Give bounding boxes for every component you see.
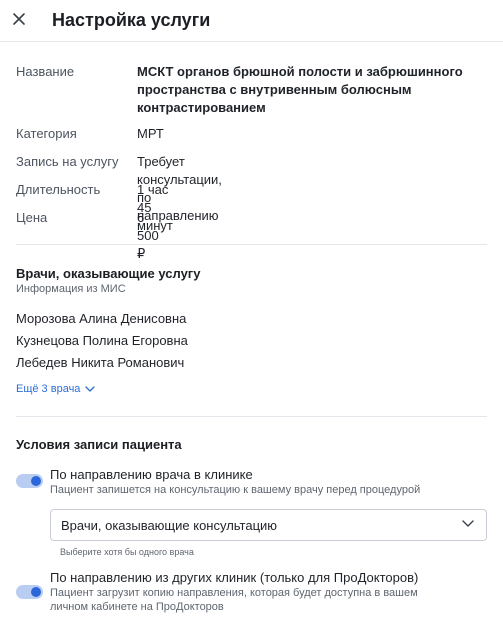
referral-other-clinics-description: Пациент загрузит копию направления, кото…	[50, 587, 418, 613]
divider	[16, 416, 487, 417]
category-value: МРТ	[137, 126, 164, 141]
chevron-down-icon	[462, 520, 474, 527]
chevron-down-icon[interactable]	[85, 386, 96, 392]
doctor-item: Кузнецова Полина Егоровна	[16, 333, 188, 348]
doctor-item: Лебедев Никита Романович	[16, 355, 185, 370]
doctor-item: Морозова Алина Денисовна	[16, 311, 187, 326]
select-hint: Выберите хотя бы одного врача	[60, 547, 194, 557]
category-label: Категория	[16, 126, 77, 141]
consulting-doctors-select[interactable]: Врачи, оказывающие консультацию	[50, 509, 487, 541]
doctors-subtitle: Информация из МИС	[16, 283, 126, 295]
referral-in-clinic-title: По направлению врача в клинике	[50, 467, 253, 482]
booking-label: Запись на услугу	[16, 154, 119, 169]
show-more-label[interactable]: Ещё 3 врача	[16, 382, 80, 396]
page-title: Настройка услуги	[52, 10, 211, 30]
price-label: Цена	[16, 210, 48, 225]
referral-other-clinics-title: По направлению из других клиник (только …	[50, 570, 419, 585]
name-value: МСКТ органов брюшной полости и забрюшинн…	[137, 64, 463, 115]
close-icon[interactable]	[9, 9, 29, 29]
show-more-doctors-link[interactable]: Ещё 3 врача	[16, 382, 96, 396]
select-value: Врачи, оказывающие консультацию	[61, 518, 278, 533]
duration-label: Длительность	[16, 182, 101, 197]
toggle-knob	[31, 476, 41, 486]
referral-in-clinic-description: Пациент запишется на консультацию к ваше…	[50, 484, 421, 496]
name-label: Название	[16, 64, 75, 79]
close-button[interactable]	[9, 9, 29, 29]
toggle-knob	[31, 587, 41, 597]
referral-other-clinics-toggle[interactable]	[16, 585, 43, 599]
doctors-title: Врачи, оказывающие услугу	[16, 266, 201, 281]
divider	[16, 244, 487, 245]
conditions-title: Условия записи пациента	[16, 437, 182, 452]
header: Настройка услуги	[0, 0, 503, 42]
referral-in-clinic-toggle[interactable]	[16, 474, 43, 488]
price-value: 6 500 ₽	[137, 210, 159, 261]
